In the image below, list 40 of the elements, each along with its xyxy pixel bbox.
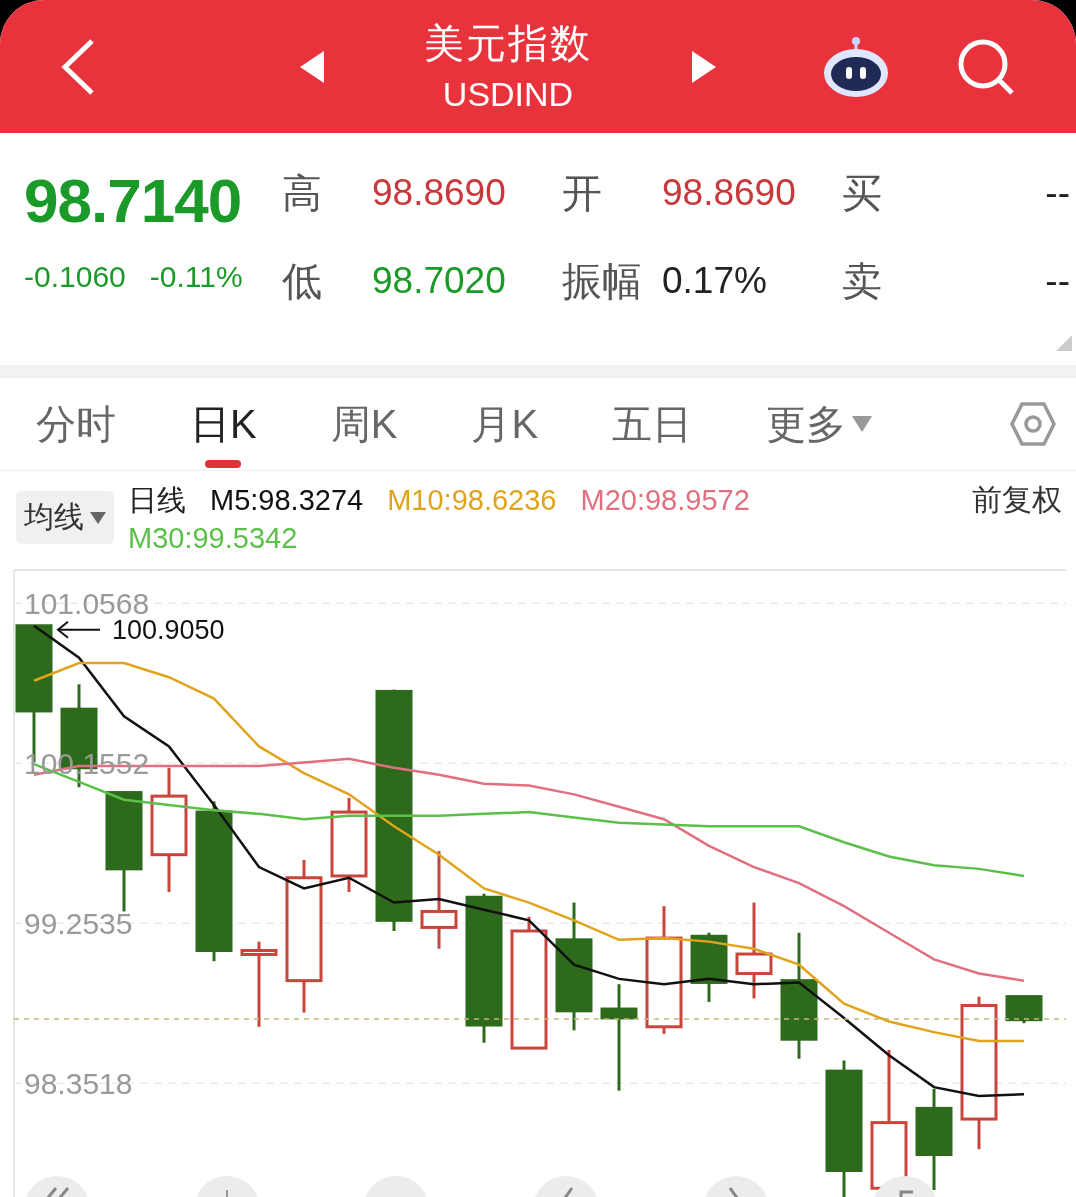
field-label: 低	[282, 258, 323, 305]
back-icon[interactable]	[60, 37, 96, 96]
period-label: 日线	[128, 483, 186, 518]
field-label: 卖	[842, 258, 883, 305]
candlestick	[690, 932, 728, 1002]
field-value: 98.8690	[662, 171, 797, 215]
previous-icon[interactable]	[300, 50, 324, 83]
period-tab[interactable]: 五日	[612, 378, 693, 470]
field-value: 98.7020	[372, 259, 507, 303]
field-label: 开	[562, 170, 603, 217]
axis-label: 99.2535	[24, 906, 133, 940]
field-value: 0.17%	[662, 259, 768, 303]
adjustment-label: 前复权	[972, 482, 1062, 518]
last-price: 98.7140	[24, 169, 243, 233]
indicator-dropdown[interactable]: 均线	[16, 491, 114, 544]
field-label: 买	[842, 170, 883, 217]
symbol-code: USDIND	[442, 73, 574, 114]
arrow-icon	[56, 620, 101, 639]
moving-average-value: M5:98.3274	[210, 483, 364, 518]
period-tab[interactable]: 周K	[330, 378, 398, 470]
field-value: 98.8690	[372, 171, 507, 215]
moving-average-value: M20:98.9572	[580, 483, 750, 518]
page-title: 美元指数	[424, 19, 592, 66]
settings-icon[interactable]	[1010, 401, 1056, 447]
field-label: 振幅	[562, 258, 643, 305]
percent-change: -0.11%	[149, 259, 243, 295]
candlestick	[1005, 995, 1043, 1024]
period-tab[interactable]: 更多	[766, 378, 873, 470]
price-change: -0.1060	[24, 259, 126, 295]
period-tab[interactable]: 分时	[36, 378, 116, 470]
next-icon[interactable]	[692, 50, 716, 83]
moving-average-value: M10:98.6236	[387, 483, 557, 518]
axis-label: 98.3518	[24, 1066, 133, 1100]
period-tab[interactable]: 日K	[190, 378, 257, 470]
period-tab[interactable]: 月K	[471, 378, 539, 470]
field-value: --	[1044, 259, 1070, 303]
field-label: 高	[282, 170, 323, 217]
moving-average-value: M30:99.5342	[128, 521, 298, 556]
caret-icon	[90, 511, 106, 524]
field-value: --	[1044, 171, 1070, 215]
